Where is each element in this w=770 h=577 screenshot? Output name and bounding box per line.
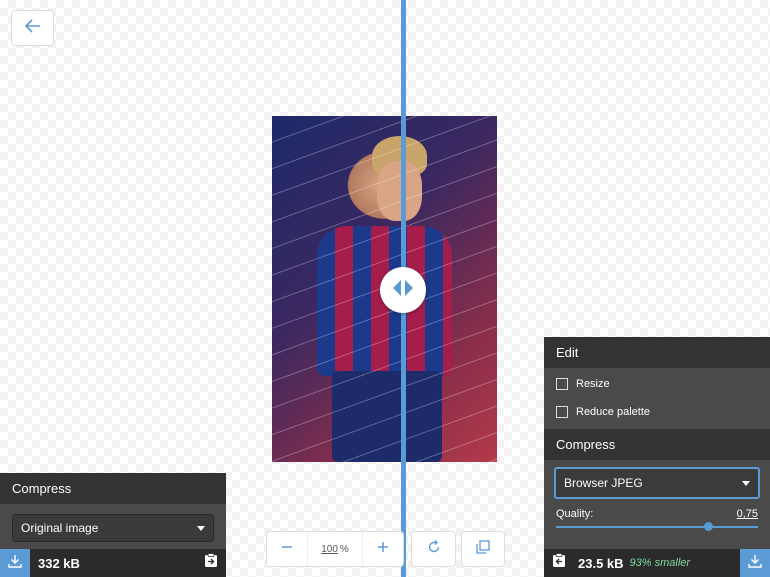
left-method-value: Original image — [21, 521, 99, 535]
rotate-icon — [427, 539, 441, 559]
zoom-level[interactable]: 100 % — [307, 532, 363, 566]
zoom-in-button[interactable] — [363, 532, 403, 566]
left-compress-header: Compress — [0, 473, 226, 504]
zoom-value: 100 — [321, 543, 338, 555]
copy-settings-left-button[interactable] — [552, 553, 566, 573]
zoom-in-icon — [377, 540, 389, 558]
resize-option[interactable]: Resize — [544, 370, 770, 398]
right-size-value: 23.5 kB — [578, 555, 624, 571]
split-handle[interactable] — [380, 267, 426, 313]
back-arrow-icon — [24, 18, 41, 38]
right-options-panel: Edit Resize Reduce palette Compress Brow… — [544, 337, 770, 577]
split-handle-icon — [391, 279, 415, 302]
reduce-palette-label: Reduce palette — [576, 406, 650, 418]
quality-label: Quality: — [556, 508, 594, 520]
rotate-control — [411, 531, 456, 567]
resize-label: Resize — [576, 378, 610, 390]
back-button[interactable] — [11, 10, 54, 46]
right-download-button[interactable] — [740, 549, 770, 577]
rotate-button[interactable] — [412, 532, 455, 566]
chevron-down-icon — [197, 525, 205, 531]
copy-settings-icon — [204, 553, 218, 572]
background-toggle-icon — [476, 539, 490, 559]
quality-row: Quality: 0,75 — [544, 499, 770, 520]
right-method-value: Browser JPEG — [564, 476, 643, 490]
background-control — [461, 531, 505, 567]
left-results-bar: 332 kB — [0, 549, 226, 577]
download-icon — [748, 554, 762, 573]
savings-text: 93% smaller — [629, 557, 691, 569]
copy-settings-button[interactable] — [204, 553, 218, 573]
quality-slider-knob[interactable] — [703, 522, 713, 531]
zoom-controls: 100 % — [266, 531, 404, 567]
reduce-palette-option[interactable]: Reduce palette — [544, 398, 770, 426]
copy-settings-icon — [552, 553, 566, 572]
background-toggle-button[interactable] — [462, 532, 504, 566]
right-method-select[interactable]: Browser JPEG — [554, 467, 760, 499]
chevron-down-icon — [742, 480, 750, 486]
zoom-out-icon — [281, 540, 293, 558]
right-compress-header: Compress — [544, 429, 770, 460]
quality-slider[interactable] — [556, 522, 758, 531]
download-icon — [8, 554, 22, 573]
zoom-unit: % — [339, 543, 349, 555]
left-download-button[interactable] — [0, 549, 30, 577]
zoom-out-button[interactable] — [267, 532, 307, 566]
quality-value[interactable]: 0,75 — [737, 508, 758, 520]
reduce-palette-checkbox[interactable] — [556, 406, 568, 418]
left-method-select[interactable]: Original image — [12, 514, 214, 542]
left-size-value: 332 kB — [38, 555, 80, 571]
left-options-panel: Compress Original image 332 kB — [0, 473, 226, 577]
resize-checkbox[interactable] — [556, 378, 568, 390]
right-results-bar: 23.5 kB 93% smaller — [544, 549, 770, 577]
edit-header: Edit — [544, 337, 770, 368]
